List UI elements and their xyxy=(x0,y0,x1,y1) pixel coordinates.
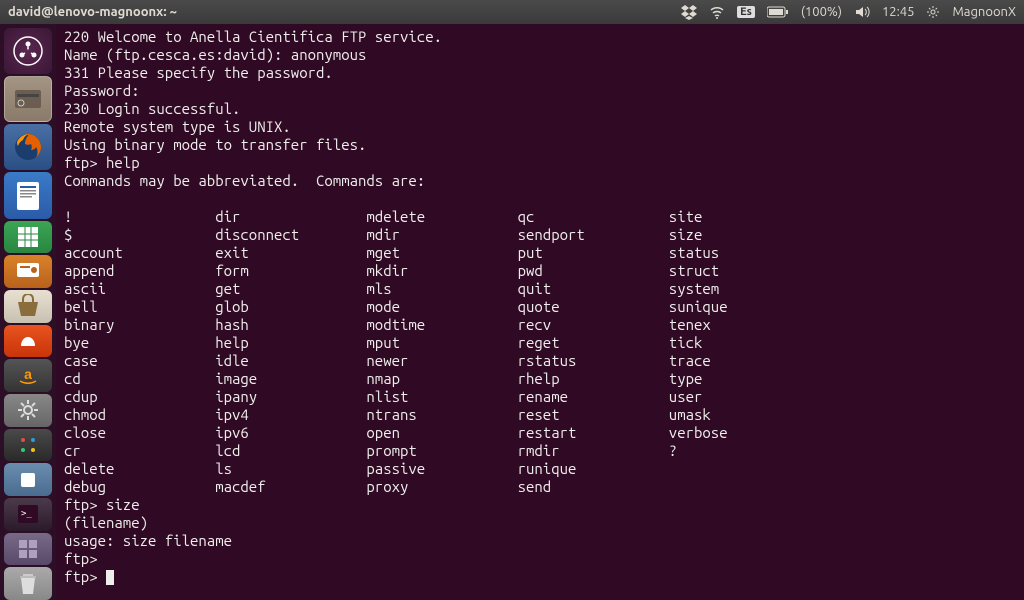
trash-icon[interactable] xyxy=(4,567,52,600)
svg-text:>_: >_ xyxy=(21,509,32,519)
user-menu[interactable]: MagnoonX xyxy=(952,5,1016,19)
volume-icon[interactable] xyxy=(854,4,870,20)
wifi-icon[interactable] xyxy=(709,4,725,20)
software-center-icon[interactable] xyxy=(4,290,52,323)
cursor xyxy=(106,570,114,585)
dash-icon[interactable] xyxy=(4,28,52,74)
keyboard-indicator[interactable]: Es xyxy=(737,6,755,18)
window-title: david@lenovo-magnoonx: ~ xyxy=(8,5,681,19)
app-icon-2[interactable] xyxy=(4,463,52,496)
amazon-icon[interactable]: a xyxy=(4,359,52,392)
files-icon[interactable] xyxy=(4,76,52,122)
firefox-icon[interactable] xyxy=(4,124,52,170)
impress-icon[interactable] xyxy=(4,255,52,288)
settings-icon[interactable] xyxy=(4,394,52,427)
top-panel: david@lenovo-magnoonx: ~ Es (100%) 12:45… xyxy=(0,0,1024,24)
terminal-icon[interactable]: >_ xyxy=(4,498,52,531)
writer-icon[interactable] xyxy=(4,172,52,218)
dropbox-icon[interactable] xyxy=(681,4,697,20)
terminal-output[interactable]: 220 Welcome to Anella Cientifica FTP ser… xyxy=(56,24,1024,600)
workspace-icon[interactable] xyxy=(4,533,52,566)
ubuntu-one-icon[interactable] xyxy=(4,325,52,358)
calc-icon[interactable] xyxy=(4,221,52,254)
clock[interactable]: 12:45 xyxy=(882,5,915,19)
battery-icon[interactable] xyxy=(767,6,789,18)
gear-icon[interactable] xyxy=(926,5,940,19)
svg-text:a: a xyxy=(24,366,32,382)
battery-percent: (100%) xyxy=(801,5,842,19)
app-icon-1[interactable] xyxy=(4,429,52,462)
unity-launcher: a >_ xyxy=(0,24,56,600)
system-tray: Es (100%) 12:45 MagnoonX xyxy=(681,4,1016,20)
